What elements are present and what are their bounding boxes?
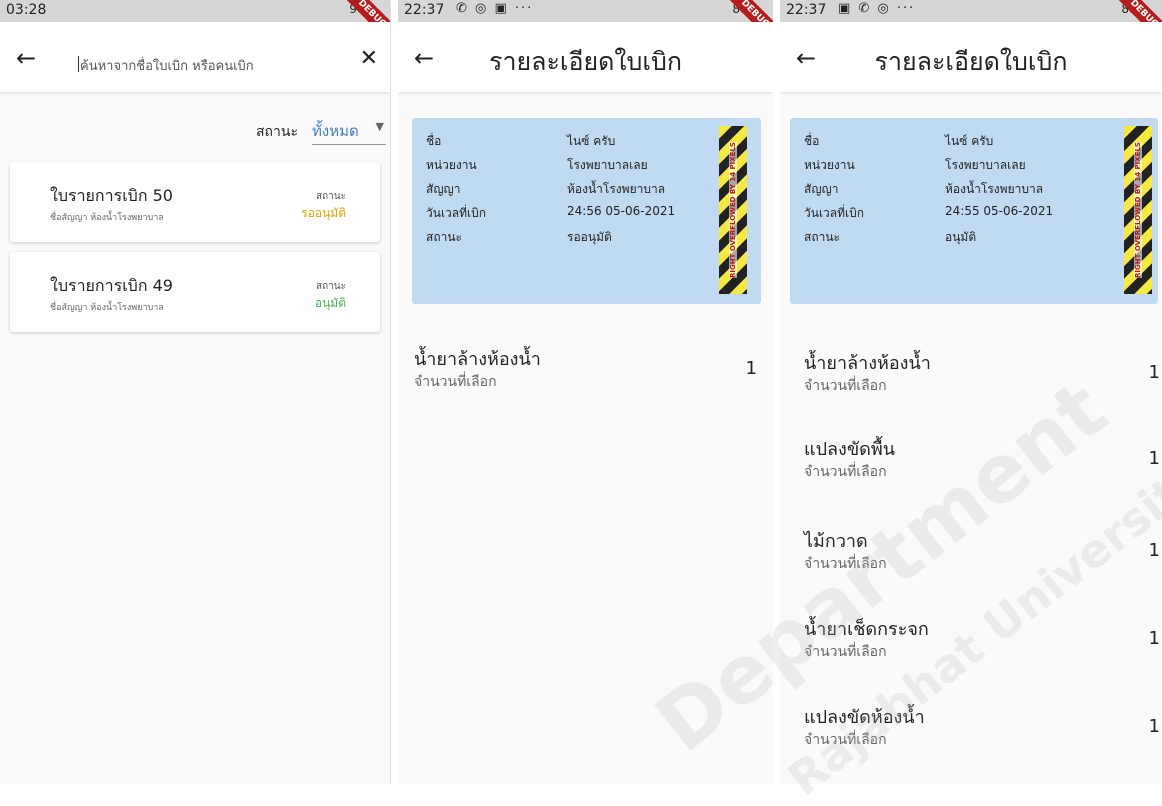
item-subtitle: จำนวนที่เลือก [804,378,887,394]
app-bar: ← รายละเอียดใบเบิก [398,22,773,92]
list-item: น้ำยาล้างห้องน้ำ จำนวนที่เลือก 1 [414,344,757,400]
status-time: 22:37 [404,2,445,18]
search-app-bar: ← ค้นหาจากชื่อใบเบิก หรือคนเบิก ✕ [0,22,390,92]
chevron-down-icon: ▼ [375,120,384,133]
overflow-warning-text: RIGHT OVERFLOWED BY 14 PIXELS [729,142,737,278]
item-quantity: 1 [1148,628,1160,649]
status-bar: 22:37 ▣ ✆ ◎ ··· 88% DEBUG [780,0,1162,48]
info-label-status: สถานะ [426,230,462,244]
info-label-date: วันเวลที่เบิก [426,206,487,220]
screen-withdrawal-detail-pending: 22:37 ✆ ◎ ▣ ··· 88% DEBUG ← รายละเอียดใบ… [398,0,773,784]
info-value-date: 24:56 05-06-2021 [567,204,676,218]
status-time: 03:28 [6,2,47,18]
item-subtitle: จำนวนที่เลือก [804,556,887,572]
status-filter-dropdown[interactable]: ทั้งหมด ▼ [312,116,386,145]
info-label-date: วันเวลที่เบิก [804,206,865,220]
text-cursor [78,56,79,72]
back-arrow-icon[interactable]: ← [16,44,36,72]
withdrawal-card[interactable]: ใบรายการเบิก 50 ชื่อสัญญา ห้องน้ำโรงพยาบ… [10,162,380,242]
status-notification-icons: ▣ ✆ ◎ ··· [838,1,916,16]
info-label-contract: สัญญา [804,182,839,196]
item-quantity: 1 [1148,448,1160,469]
list-item: น้ำยาเช็ดกระจก จำนวนที่เลือก 1 [804,614,1160,670]
close-icon[interactable]: ✕ [360,46,378,71]
card-contract: ชื่อสัญญา ห้องน้ำโรงพยาบาล [50,303,164,313]
info-label-contract: สัญญา [426,182,461,196]
info-label-name: ชื่อ [426,134,442,148]
status-bar: 22:37 ✆ ◎ ▣ ··· 88% DEBUG [398,0,773,48]
info-value-status: อนุมัติ [945,230,977,244]
info-value-contract: ห้องน้ำโรงพยาบาล [567,182,666,196]
card-status-label: สถานะ [316,281,346,292]
info-value-department: โรงพยาบาลเลย [567,158,648,172]
info-label-department: หน่วยงาน [804,158,855,172]
item-name: น้ำยาล้างห้องน้ำ [414,349,541,370]
screen-withdrawal-list: 03:28 96% DEBUG ← ค้นหาจากชื่อใบเบิก หรื… [0,0,391,784]
status-notification-icons: ✆ ◎ ▣ ··· [456,1,534,16]
info-value-name: ไนซ์ ครับ [567,134,616,148]
item-name: น้ำยาล้างห้องน้ำ [804,353,931,374]
card-title: ใบรายการเบิก 50 [50,186,173,205]
card-title: ใบรายการเบิก 49 [50,276,173,295]
list-item: แปลงขัดพื้น จำนวนที่เลือก 1 [804,434,1160,490]
item-quantity: 1 [1148,362,1160,383]
withdrawal-info-box: ชื่อ หน่วยงาน สัญญา วันเวลที่เบิก สถานะ … [790,118,1158,304]
status-filter-label: สถานะ [256,124,298,140]
info-value-contract: ห้องน้ำโรงพยาบาล [945,182,1044,196]
card-contract: ชื่อสัญญา ห้องน้ำโรงพยาบาล [50,213,164,223]
card-status-value: อนุมัติ [314,296,346,310]
info-value-date: 24:55 05-06-2021 [945,204,1054,218]
info-value-status: รออนุมัติ [567,230,612,244]
info-label-name: ชื่อ [804,134,820,148]
withdrawal-info-box: ชื่อ หน่วยงาน สัญญา วันเวลที่เบิก สถานะ … [412,118,761,304]
item-name: น้ำยาเช็ดกระจก [804,619,929,640]
info-label-status: สถานะ [804,230,840,244]
item-name: แปลงขัดพื้น [804,439,896,460]
list-item: แปลงขัดห้องน้ำ จำนวนที่เลือก 1 [804,702,1160,758]
overflow-warning-text: RIGHT OVERFLOWED BY 14 PIXELS [1134,142,1142,278]
info-value-department: โรงพยาบาลเลย [945,158,1026,172]
item-subtitle: จำนวนที่เลือก [804,644,887,660]
status-filter-value: ทั้งหมด [312,122,359,140]
status-time: 22:37 [786,2,827,18]
item-subtitle: จำนวนที่เลือก [804,464,887,480]
overflow-warning-stripe: RIGHT OVERFLOWED BY 14 PIXELS [1124,126,1152,294]
item-quantity: 1 [745,358,757,379]
withdrawal-card[interactable]: ใบรายการเบิก 49 ชื่อสัญญา ห้องน้ำโรงพยาบ… [10,252,380,332]
list-item: ไม้กวาด จำนวนที่เลือก 1 [804,526,1160,582]
search-placeholder: ค้นหาจากชื่อใบเบิก หรือคนเบิก [80,59,254,74]
card-status-label: สถานะ [316,191,346,202]
page-title: รายละเอียดใบเบิก [874,47,1068,76]
app-bar: ← รายละเอียดใบเบิก [780,22,1162,92]
info-value-name: ไนซ์ ครับ [945,134,994,148]
item-name: ไม้กวาด [804,531,868,552]
screen-withdrawal-detail-approved: 22:37 ▣ ✆ ◎ ··· 88% DEBUG ← รายละเอียดใบ… [780,0,1162,784]
card-status-value: รออนุมัติ [301,206,346,220]
item-name: แปลงขัดห้องน้ำ [804,707,925,728]
search-input[interactable]: ค้นหาจากชื่อใบเบิก หรือคนเบิก [78,55,254,76]
item-quantity: 1 [1148,716,1160,737]
page-title: รายละเอียดใบเบิก [489,47,682,76]
list-item: น้ำยาล้างห้องน้ำ จำนวนที่เลือก 1 [804,348,1160,404]
status-bar: 03:28 96% DEBUG [0,0,390,48]
item-quantity: 1 [1148,540,1160,561]
overflow-warning-stripe: RIGHT OVERFLOWED BY 14 PIXELS [719,126,747,294]
item-subtitle: จำนวนที่เลือก [414,374,497,390]
info-label-department: หน่วยงาน [426,158,477,172]
item-subtitle: จำนวนที่เลือก [804,732,887,748]
